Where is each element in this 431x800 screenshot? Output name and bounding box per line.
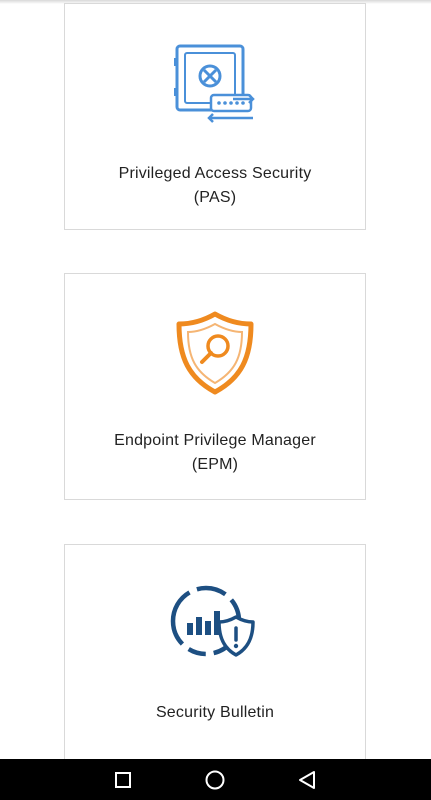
- recents-button[interactable]: [110, 767, 136, 793]
- card-title: Security Bulletin: [65, 701, 365, 725]
- bulletin-shield-icon: [170, 583, 260, 672]
- square-icon: [115, 772, 131, 788]
- home-button[interactable]: [202, 767, 228, 793]
- vault-icon: [173, 42, 257, 133]
- card-pas[interactable]: Privileged Access Security (PAS): [64, 3, 366, 230]
- triangle-back-icon: [299, 771, 315, 789]
- card-security-bulletin[interactable]: Security Bulletin: [64, 544, 366, 774]
- card-title: Privileged Access Security (PAS): [65, 162, 365, 210]
- card-title-line2: (EPM): [191, 456, 239, 473]
- card-title: Endpoint Privilege Manager (EPM): [65, 429, 365, 477]
- card-title-line1: Privileged Access Security: [118, 165, 312, 182]
- navigation-bar: [0, 759, 431, 800]
- card-title-line2: (PAS): [193, 189, 237, 206]
- circle-icon: [205, 770, 225, 790]
- app-screen: Privileged Access Security (PAS) Endpoin…: [0, 0, 431, 800]
- card-title-line1: Endpoint Privilege Manager: [114, 432, 316, 449]
- back-button[interactable]: [294, 767, 320, 793]
- card-epm[interactable]: Endpoint Privilege Manager (EPM): [64, 273, 366, 500]
- card-title-line1: Security Bulletin: [155, 704, 275, 721]
- shield-search-icon: [175, 310, 255, 401]
